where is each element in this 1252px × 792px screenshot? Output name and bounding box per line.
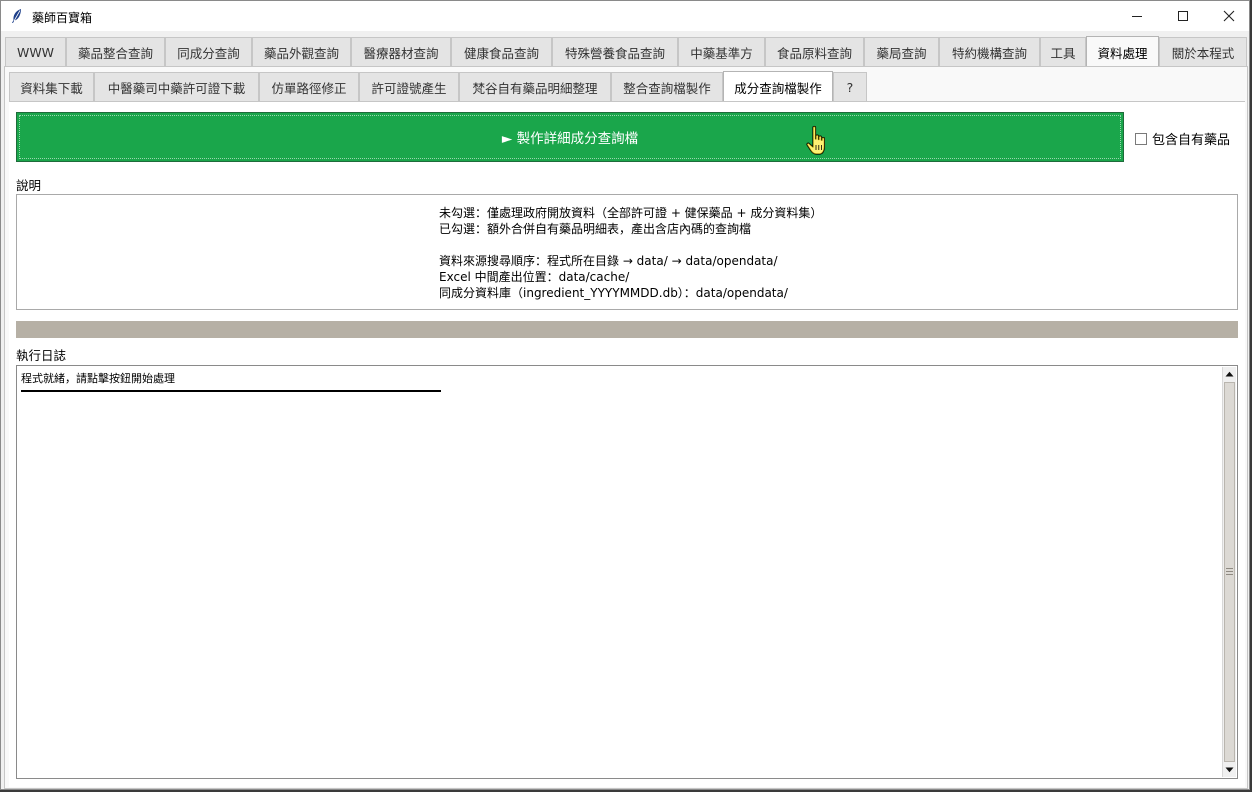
tab-special-nutrition-search[interactable]: 特殊營養食品查詢 <box>552 37 678 66</box>
close-button[interactable] <box>1206 1 1252 31</box>
tab-tcm-license-download[interactable]: 中醫藥司中藥許可證下載 <box>94 72 259 101</box>
include-own-drugs-checkbox[interactable]: 包含自有藥品 <box>1135 129 1230 148</box>
minimize-button[interactable] <box>1114 1 1160 31</box>
tab-food-ingredient-search[interactable]: 食品原料查詢 <box>765 37 864 66</box>
log-divider <box>21 390 441 392</box>
arrow-down-icon <box>1225 767 1234 773</box>
title-bar: 藥師百寶箱 <box>1 1 1249 31</box>
window-title: 藥師百寶箱 <box>32 11 93 25</box>
tab-health-food-search[interactable]: 健康食品查詢 <box>451 37 552 66</box>
main-tab-strip: WWW 藥品整合查詢 同成分查詢 藥品外觀查詢 醫療器材查詢 健康食品查詢 特殊… <box>5 36 1247 67</box>
tab-same-ingredient-search[interactable]: 同成分查詢 <box>165 37 252 66</box>
tab-pharmacy-search[interactable]: 藥局查詢 <box>864 37 939 66</box>
tab-data-processing[interactable]: 資料處理 <box>1086 36 1159 67</box>
scroll-down-button[interactable] <box>1223 763 1236 777</box>
app-window: 藥師百寶箱 WWW 藥品整合查詢 同成分查詢 藥品外觀查詢 醫療器材查詢 健康食… <box>0 0 1250 790</box>
minimize-icon <box>1132 16 1142 17</box>
ingredient-query-file-panel: ► 製作詳細成分查詢檔 包含自有藥品 說明 未勾選：僅處理政府開放資料（全部許可… <box>9 101 1245 787</box>
hand-cursor-icon <box>806 125 825 155</box>
description-line: 資料來源搜尋順序：程式所在目錄 → data/ → data/opendata/ <box>439 254 778 268</box>
tab-drug-appearance-search[interactable]: 藥品外觀查詢 <box>252 37 351 66</box>
tab-dataset-download[interactable]: 資料集下載 <box>9 72 94 101</box>
description-lines: 未勾選：僅處理政府開放資料（全部許可證 + 健保藥品 + 成分資料集） 已勾選：… <box>439 205 822 301</box>
sub-tab-strip: 資料集下載 中醫藥司中藥許可證下載 仿單路徑修正 許可證號產生 梵谷自有藥品明細… <box>9 71 1243 102</box>
description-box: 未勾選：僅處理政府開放資料（全部許可證 + 健保藥品 + 成分資料集） 已勾選：… <box>16 194 1238 310</box>
close-icon <box>1223 10 1235 22</box>
scroll-up-button[interactable] <box>1223 367 1236 381</box>
log-text: 程式就緒，請點擊按鈕開始處理 <box>21 372 175 385</box>
tab-www[interactable]: WWW <box>5 37 66 66</box>
tab-license-number-generate[interactable]: 許可證號產生 <box>359 72 459 101</box>
description-line: 已勾選：額外合併自有藥品明細表，產出含店內碼的查詢檔 <box>439 222 752 236</box>
make-button-label: ► 製作詳細成分查詢檔 <box>501 131 639 147</box>
tab-leaflet-path-fix[interactable]: 仿單路徑修正 <box>259 72 359 101</box>
tab-about[interactable]: 關於本程式 <box>1159 37 1247 66</box>
tab-medical-device-search[interactable]: 醫療器材查詢 <box>351 37 451 66</box>
description-line: 同成分資料庫（ingredient_YYYYMMDD.db）：data/open… <box>439 286 788 300</box>
description-heading: 說明 <box>16 178 42 193</box>
maximize-button[interactable] <box>1160 1 1206 31</box>
checkbox-box[interactable] <box>1135 132 1147 145</box>
tab-contracted-institution-search[interactable]: 特約機構查詢 <box>939 37 1040 66</box>
log-textarea[interactable]: 程式就緒，請點擊按鈕開始處理 <box>16 365 1238 779</box>
tab-vangogh-own-drugs[interactable]: 梵谷自有藥品明細整理 <box>459 72 611 101</box>
data-processing-panel: 資料集下載 中醫藥司中藥許可證下載 仿單路徑修正 許可證號產生 梵谷自有藥品明細… <box>4 66 1248 789</box>
include-own-drugs-label: 包含自有藥品 <box>1152 133 1231 148</box>
maximize-icon <box>1178 11 1188 21</box>
tab-ingredient-query-file[interactable]: 成分查詢檔製作 <box>723 71 833 102</box>
progress-bar <box>16 321 1238 338</box>
arrow-up-icon <box>1225 371 1234 377</box>
log-scrollbar[interactable] <box>1222 367 1236 777</box>
make-ingredient-query-file-button[interactable]: ► 製作詳細成分查詢檔 <box>16 112 1124 162</box>
feather-icon <box>9 8 25 24</box>
scroll-thumb[interactable] <box>1224 382 1235 762</box>
description-line: Excel 中間產出位置：data/cache/ <box>439 270 630 284</box>
description-line: 未勾選：僅處理政府開放資料（全部許可證 + 健保藥品 + 成分資料集） <box>439 206 823 220</box>
description-line <box>439 237 822 253</box>
log-heading: 執行日誌 <box>16 348 67 363</box>
tab-drug-integrated-search[interactable]: 藥品整合查詢 <box>66 37 165 66</box>
tab-tools[interactable]: 工具 <box>1040 37 1086 66</box>
grip-icon <box>1226 568 1233 576</box>
tab-tcm-formulas[interactable]: 中藥基準方 <box>678 37 765 66</box>
tab-help[interactable]: ? <box>833 72 867 101</box>
tab-integrated-query-file[interactable]: 整合查詢檔製作 <box>611 72 723 101</box>
